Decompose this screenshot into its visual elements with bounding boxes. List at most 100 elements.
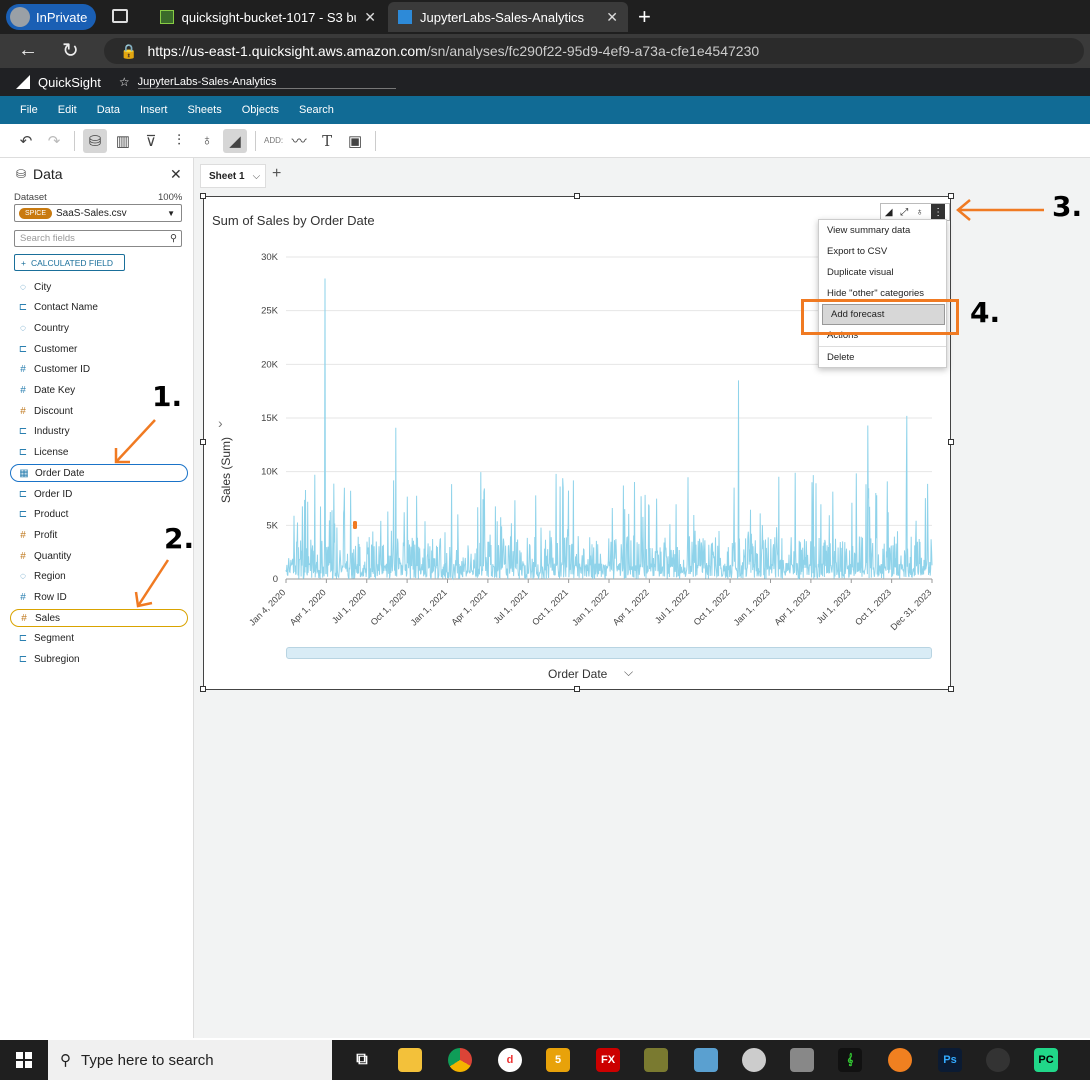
field-item[interactable]: ⊏ Customer xyxy=(10,340,188,358)
menu-view-summary[interactable]: View summary data xyxy=(819,220,946,241)
dataset-pct: 100% xyxy=(158,192,183,203)
range-slider[interactable] xyxy=(286,647,932,659)
resize-handle[interactable] xyxy=(948,193,954,199)
field-item[interactable]: ◌ City xyxy=(10,278,188,296)
dataset-select[interactable]: SPICE SaaS-Sales.csv ▼ xyxy=(14,204,182,222)
app-pad-icon[interactable] xyxy=(644,1048,668,1072)
field-item[interactable]: # Profit xyxy=(10,526,188,544)
field-item[interactable]: ▦ Order Date xyxy=(10,464,188,483)
menu-file[interactable]: File xyxy=(20,104,38,116)
y-axis-label[interactable]: Sales (Sum) xyxy=(219,430,233,510)
y-tick-label: 30K xyxy=(261,252,279,263)
menu-edit[interactable]: Edit xyxy=(58,104,77,116)
inprivate-badge[interactable]: InPrivate xyxy=(6,4,96,30)
tab-actions-icon[interactable] xyxy=(112,9,128,23)
field-item[interactable]: ⊏ Industry xyxy=(10,423,188,441)
resize-handle[interactable] xyxy=(948,439,954,445)
menu-search[interactable]: Search xyxy=(299,104,334,116)
tab-s3-bucket[interactable]: quicksight-bucket-1017 - S3 buck ✕ xyxy=(150,2,386,32)
app-note-icon[interactable] xyxy=(694,1048,718,1072)
field-item[interactable]: # Quantity xyxy=(10,547,188,565)
taskbar-search[interactable]: ⚲ Type here to search xyxy=(48,1040,332,1080)
field-item[interactable]: # Row ID xyxy=(10,589,188,607)
resize-handle[interactable] xyxy=(574,686,580,692)
spice-badge: SPICE xyxy=(19,207,53,219)
data-point-marker[interactable] xyxy=(353,521,357,529)
sheet-tab-label: Sheet 1 xyxy=(209,170,245,182)
field-item[interactable]: # Sales xyxy=(10,609,188,628)
search-fields-input[interactable]: Search fields ⚲ xyxy=(14,230,182,247)
pycharm-icon[interactable]: PC xyxy=(1034,1048,1058,1072)
resize-handle[interactable] xyxy=(948,686,954,692)
close-icon[interactable]: ✕ xyxy=(606,9,618,26)
calculated-field-button[interactable]: + CALCULATED FIELD xyxy=(14,254,125,271)
resize-handle[interactable] xyxy=(200,193,206,199)
line-chart-visual[interactable]: Sum of Sales by Order Date ◢ ⤢ ♁ ⋮ 0 5K 10… xyxy=(203,196,959,690)
field-item[interactable]: # Customer ID xyxy=(10,361,188,379)
parameters-icon[interactable]: ⫶ xyxy=(167,129,191,153)
menu-duplicate-visual[interactable]: Duplicate visual xyxy=(819,262,946,283)
lock-icon: 🔒 xyxy=(120,42,138,59)
redo-icon[interactable]: ↷ xyxy=(42,129,66,153)
filter-icon[interactable]: ⊽ xyxy=(139,129,163,153)
menu-export-csv[interactable]: Export to CSV xyxy=(819,241,946,262)
field-item[interactable]: ⊏ Order ID xyxy=(10,485,188,503)
menu-insert[interactable]: Insert xyxy=(140,104,168,116)
chevron-down-icon[interactable]: ⌵ xyxy=(624,665,633,680)
x-tick-label: Oct 1, 2022 xyxy=(692,587,732,627)
back-icon[interactable]: ← xyxy=(18,39,38,62)
x-axis-label[interactable]: Order Date xyxy=(548,667,607,681)
y-axis-expand-icon[interactable]: › xyxy=(218,415,223,431)
task-view-icon[interactable]: ⧉ xyxy=(350,1048,374,1072)
star-icon[interactable]: ☆ xyxy=(119,75,130,89)
tab-sheet-1[interactable]: Sheet 1 ⌵ xyxy=(200,164,266,188)
resize-handle[interactable] xyxy=(200,439,206,445)
menu-sheets[interactable]: Sheets xyxy=(187,104,221,116)
data-panel-icon[interactable]: ⛁ xyxy=(83,128,107,153)
tab-quicksight[interactable]: JupyterLabs-Sales-Analytics ✕ xyxy=(388,2,628,32)
app-5-icon[interactable]: 5 xyxy=(546,1048,570,1072)
menu-objects[interactable]: Objects xyxy=(242,104,279,116)
app-fx-icon[interactable]: FX xyxy=(596,1048,620,1072)
menu-delete[interactable]: Delete xyxy=(819,346,946,367)
x-tick-label: Jan 1, 2023 xyxy=(732,587,772,627)
photoshop-icon[interactable]: Ps xyxy=(938,1048,962,1072)
close-icon[interactable]: ✕ xyxy=(170,166,182,183)
add-text-icon[interactable]: T xyxy=(315,129,339,153)
chevron-down-icon[interactable]: ⌵ xyxy=(253,171,261,182)
app-pen-icon[interactable] xyxy=(986,1048,1010,1072)
menu-data[interactable]: Data xyxy=(97,104,120,116)
resize-handle[interactable] xyxy=(200,686,206,692)
field-item[interactable]: ◌ Region xyxy=(10,568,188,586)
insights-icon[interactable]: ♁ xyxy=(195,129,219,153)
add-visual-icon[interactable]: 〰 xyxy=(287,129,311,153)
add-sheet-icon[interactable]: + xyxy=(272,165,281,183)
chrome-icon[interactable] xyxy=(448,1048,472,1072)
dim-field-icon: ⊏ xyxy=(18,633,28,645)
properties-icon[interactable]: ◢ xyxy=(223,128,247,153)
visualize-icon[interactable]: ▥ xyxy=(111,129,135,153)
app-snip-icon[interactable] xyxy=(742,1048,766,1072)
resize-handle[interactable] xyxy=(574,193,580,199)
windows-start-icon[interactable] xyxy=(16,1052,32,1068)
field-item[interactable]: ⊏ License xyxy=(10,444,188,462)
calculator-icon[interactable] xyxy=(790,1048,814,1072)
refresh-icon[interactable]: ↻ xyxy=(62,38,79,63)
fl-studio-icon[interactable] xyxy=(888,1048,912,1072)
data-panel-title: Data xyxy=(33,166,63,182)
field-item[interactable]: ⊏ Product xyxy=(10,506,188,524)
field-item[interactable]: ◌ Country xyxy=(10,319,188,337)
url-field[interactable]: 🔒 https://us-east-1.quicksight.aws.amazo… xyxy=(104,38,1084,64)
field-item[interactable]: ⊏ Segment xyxy=(10,630,188,648)
field-item[interactable]: ⊏ Contact Name xyxy=(10,299,188,317)
analysis-name[interactable]: JupyterLabs-Sales-Analytics xyxy=(137,76,397,89)
undo-icon[interactable]: ↶ xyxy=(14,129,38,153)
app-name[interactable]: QuickSight xyxy=(38,75,101,90)
field-item[interactable]: ⊏ Subregion xyxy=(10,651,188,669)
app-d-icon[interactable]: d xyxy=(498,1048,522,1072)
app-music-icon[interactable]: 𝄞 xyxy=(838,1048,862,1072)
add-image-icon[interactable]: ▣ xyxy=(343,129,367,153)
close-icon[interactable]: ✕ xyxy=(364,9,376,26)
file-explorer-icon[interactable] xyxy=(398,1048,422,1072)
new-tab-icon[interactable]: + xyxy=(638,4,651,30)
